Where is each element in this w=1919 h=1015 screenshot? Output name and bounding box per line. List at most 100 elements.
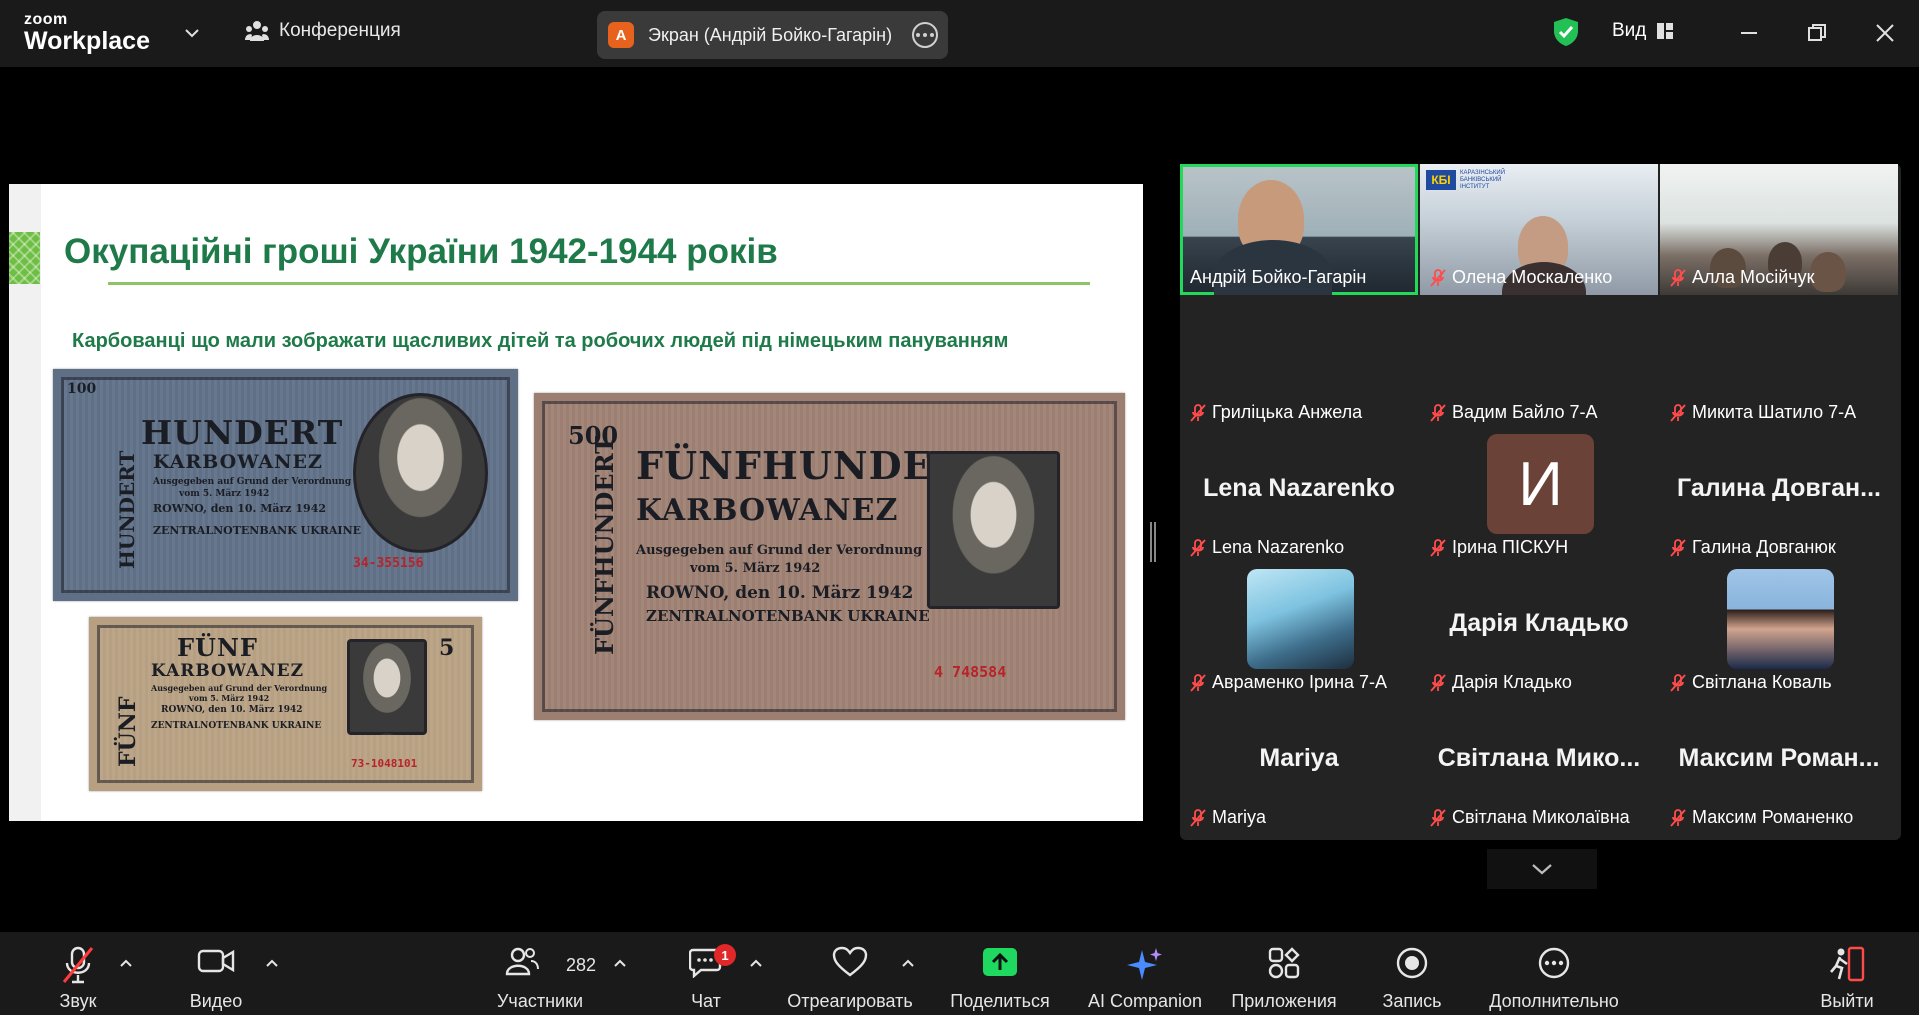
apps-button[interactable]: Приложения [1226,932,1342,1015]
participant-name: Ірина ПІСКУН [1452,537,1569,557]
participant-name: Галина Довганюк [1692,537,1836,557]
note-line1: HUNDERT [141,413,344,452]
participant-tile[interactable]: Lena Nazarenko Lena Nazarenko [1180,434,1418,565]
ai-companion-button[interactable]: AI Companion [1084,932,1206,1015]
more-button[interactable]: Дополнительно [1484,932,1624,1015]
screen-share-label: Экран (Андрій Бойко-Гагарін) [648,24,893,45]
view-label: Вид [1612,20,1647,41]
participant-tile[interactable]: Вадим Байло 7-А [1420,299,1658,430]
leaf-decoration-icon [9,232,40,284]
participant-name-row: Авраменко Ірина 7-А [1190,669,1387,696]
participant-name-row: Ірина ПІСКУН [1430,534,1568,561]
presenter-avatar: A [608,22,634,48]
participant-tile[interactable]: Андрій Бойко-Гагарін [1180,164,1418,295]
gallery-next-page-button[interactable] [1487,849,1597,889]
note-text3: ROWNO, den 10. März 1942 [153,502,327,515]
participant-tile[interactable]: Авраменко Ірина 7-А [1180,569,1418,700]
chevron-down-icon [1532,864,1552,875]
participant-tile[interactable]: Микита Шатило 7-А [1660,299,1898,430]
participant-tile[interactable]: Максим Роман... Максим Романенко [1660,704,1898,835]
participant-name: Світлана Коваль [1692,672,1832,692]
participant-tile[interactable]: Дарія Кладько Дарія Кладько [1420,569,1658,700]
layout-grid-icon [1657,23,1674,39]
record-button[interactable]: Запись [1376,932,1448,1015]
participant-tile[interactable]: И Ірина ПІСКУН [1420,434,1658,565]
participant-name-row: Дарія Кладько [1430,669,1572,696]
audio-options-caret-icon[interactable] [119,958,133,968]
participants-options-caret-icon[interactable] [613,958,627,968]
participant-name-row: Алла Мосійчук [1670,264,1815,291]
portrait-worker [353,393,488,553]
restore-button[interactable] [1802,18,1832,48]
mic-off-icon [1670,673,1686,692]
screen-share-indicator[interactable]: A Экран (Андрій Бойко-Гагарін) [597,11,948,59]
note-text2: vom 5. März 1942 [179,489,270,499]
view-button[interactable]: Вид [1612,20,1674,42]
chat-options-caret-icon[interactable] [749,958,763,968]
title-underline [108,282,1090,285]
chevron-down-icon[interactable] [183,24,201,42]
chat-label: Чат [691,991,721,1011]
participant-tile[interactable]: Світлана Коваль [1660,569,1898,700]
participant-tile[interactable]: Світлана Мико... Світлана Миколаївна [1420,704,1658,835]
react-button[interactable]: Отреагировать [783,932,917,1015]
participant-display-name: Mariya [1259,744,1339,772]
leave-door-icon [1830,946,1865,982]
participant-display-name: Галина Довган... [1677,474,1881,502]
mic-off-icon [1190,808,1206,827]
serial-number: 4 748584 [934,663,1007,681]
note-text2: vom 5. März 1942 [690,561,821,576]
meeting-toolbar: Звук Видео Участники 282 Чат 1 Отреагиро… [0,932,1919,1015]
banknote-100: HUNDERT 100 HUNDERT KARBOWANEZ Ausgegebe… [53,369,518,601]
participant-name-row: Mariya [1190,804,1266,831]
more-options-icon[interactable] [912,22,938,48]
security-shield-icon[interactable] [1553,17,1579,47]
serial-number: 34-355156 [353,556,424,571]
mic-off-icon [1430,673,1446,692]
participant-name-row: Світлана Коваль [1670,669,1832,696]
video-button[interactable]: Видео [186,932,246,1015]
ai-sparkle-icon [1127,948,1162,980]
participant-gallery: Андрій Бойко-Гагарін КБІ КАРАЗІНСЬКИЙ БА… [1180,164,1901,840]
zoom-logo: zoom Workplace [24,12,150,55]
record-label: Запись [1382,991,1442,1011]
video-camera-icon [197,949,235,973]
audio-button[interactable]: Звук [48,932,108,1015]
mic-off-icon [1190,673,1206,692]
participant-name: Максим Романенко [1692,807,1854,827]
split-handle[interactable] [1150,522,1156,562]
participants-icon [505,947,539,976]
participant-tile[interactable]: Галина Довган... Галина Довганюк [1660,434,1898,565]
heart-icon [832,946,868,977]
shared-screen-slide: Окупаційні гроші України 1942-1944 років… [9,184,1143,821]
participant-display-name: Максим Роман... [1678,744,1880,772]
participant-tile[interactable]: Алла Мосійчук [1660,164,1898,295]
leave-label: Выйти [1820,991,1874,1011]
restore-icon [1808,24,1826,41]
more-label: Дополнительно [1489,991,1619,1011]
participant-name: Дарія Кладько [1452,672,1572,692]
react-options-caret-icon[interactable] [901,958,915,968]
participant-tile[interactable]: КБІ КАРАЗІНСЬКИЙ БАНКІВСЬКИЙ ІНСТИТУТ Ол… [1420,164,1658,295]
portrait-man [927,451,1060,609]
meeting-info-button[interactable]: Конференция [245,20,401,42]
audio-label: Звук [59,991,97,1011]
video-options-caret-icon[interactable] [265,958,279,968]
brand-name: Workplace [24,27,150,55]
participant-name: Олена Москаленко [1452,267,1613,287]
participant-display-name: Дарія Кладько [1449,609,1629,637]
participant-letter-avatar: И [1487,434,1594,534]
participant-tile[interactable]: Гриліцька Анжела [1180,299,1418,430]
participant-name-row: Олена Москаленко [1430,264,1612,291]
mic-off-icon [1190,538,1206,557]
note-line1: FÜNF [177,633,258,662]
participant-tile[interactable]: Mariya Mariya [1180,704,1418,835]
minimize-button[interactable] [1734,18,1764,48]
banknote-5: FÜNF 5 FÜNF KARBOWANEZ Ausgegeben auf Gr… [89,617,482,791]
leave-button[interactable]: Выйти [1816,932,1878,1015]
slide-title: Окупаційні гроші України 1942-1944 років [64,232,778,271]
close-button[interactable] [1870,18,1900,48]
participant-name-row: Максим Романенко [1670,804,1853,831]
mic-off-icon [1430,268,1446,287]
share-button[interactable]: Поделиться [949,932,1051,1015]
